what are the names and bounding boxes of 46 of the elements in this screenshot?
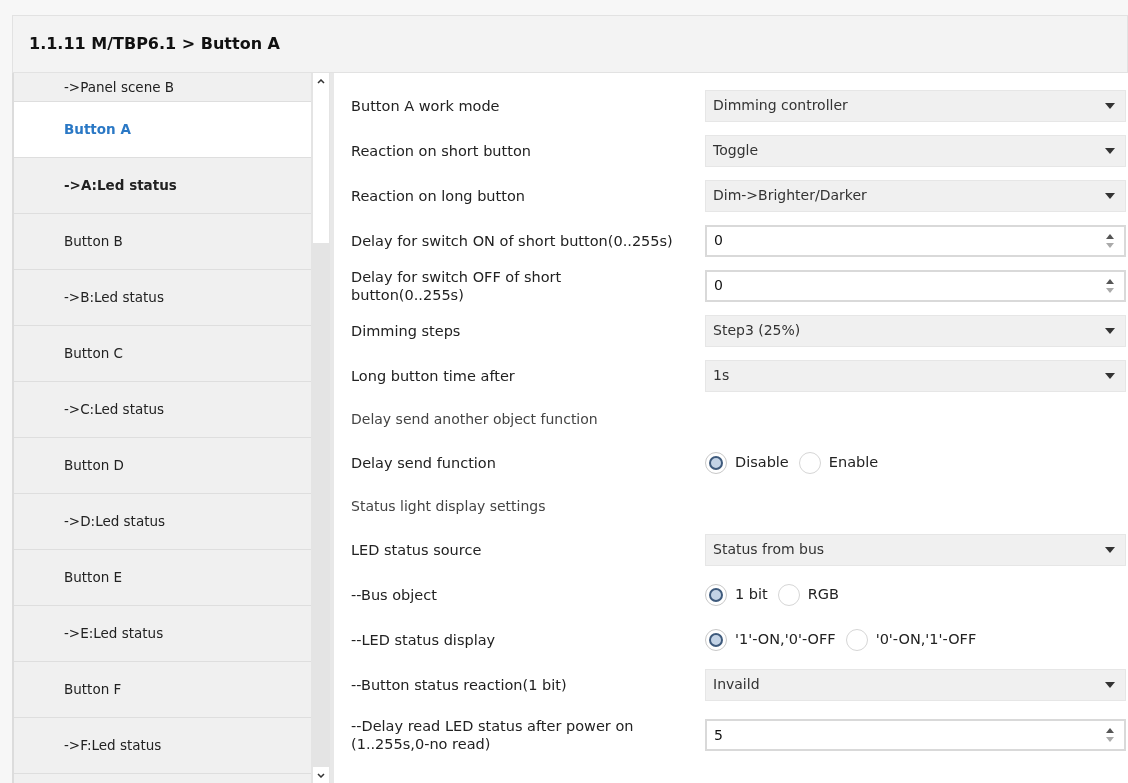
dropdown[interactable]: Toggle: [705, 134, 1126, 167]
number-field[interactable]: 5: [705, 719, 1126, 751]
dropdown-caret-icon: [1105, 192, 1115, 199]
dropdown[interactable]: Step3 (25%): [705, 314, 1126, 347]
parameter-label: --Button status reaction(1 bit): [351, 675, 568, 694]
spinner-arrows-icon[interactable]: [1106, 233, 1114, 248]
parameter-label: Delay for switch ON of short button(0..255s): [351, 231, 674, 250]
radio-option[interactable]: Disable: [705, 451, 789, 474]
scrollbar[interactable]: [311, 73, 330, 783]
scroll-down-icon[interactable]: [316, 772, 325, 778]
spinner-arrows-icon[interactable]: [1106, 278, 1114, 293]
radio-option[interactable]: RGB: [777, 583, 840, 606]
dropdown[interactable]: Invaild: [705, 668, 1126, 701]
parameter-label: Dimming steps: [351, 321, 462, 340]
dropdown[interactable]: 1s: [705, 359, 1126, 392]
parameter-label: --Bus object: [351, 585, 438, 604]
parameter-label: LED status source: [351, 540, 483, 559]
radio-option[interactable]: 1 bit: [705, 583, 768, 606]
radio-option[interactable]: Enable: [798, 451, 879, 474]
sidebar-item[interactable]: Button A: [14, 102, 311, 158]
dropdown-caret-icon: [1105, 372, 1115, 379]
dropdown-caret-icon: [1105, 327, 1115, 334]
parameter-label: Button A work mode: [351, 96, 501, 115]
dropdown-caret-icon: [1105, 102, 1115, 109]
section-heading: Delay send another object function: [351, 409, 598, 429]
parameter-label: Delay send function: [351, 453, 497, 472]
dropdown[interactable]: Dim->Brighter/Darker: [705, 179, 1126, 212]
spinner-arrows-icon[interactable]: [1106, 728, 1114, 742]
parameter-label: Delay for switch OFF of short button(0..255s): [351, 267, 563, 304]
dropdown[interactable]: Status from bus: [705, 533, 1126, 566]
parameter-label: Long button time after: [351, 366, 516, 385]
dropdown[interactable]: Dimming controller: [705, 89, 1126, 122]
parameter-label: --LED status display: [351, 630, 497, 649]
scroll-up-icon[interactable]: [316, 79, 325, 84]
section-heading: Status light display settings: [351, 496, 546, 516]
number-field[interactable]: 0: [705, 224, 1126, 257]
radio-option[interactable]: '1'-ON,'0'-OFF: [705, 628, 836, 651]
dropdown-caret-icon: [1105, 147, 1115, 154]
radio-option[interactable]: '0'-ON,'1'-OFF: [845, 628, 977, 651]
parameter-label: Reaction on short button: [351, 141, 532, 160]
parameter-label: --Delay read LED status after power on (1..255s,0-no read): [351, 717, 635, 753]
number-field[interactable]: 0: [705, 269, 1126, 302]
parameter-label: Reaction on long button: [351, 186, 526, 205]
breadcrumb-header: 1.1.11 M/TBP6.1 > Button A: [12, 15, 1128, 73]
dropdown-caret-icon: [1105, 681, 1115, 688]
dropdown-caret-icon: [1105, 546, 1115, 553]
